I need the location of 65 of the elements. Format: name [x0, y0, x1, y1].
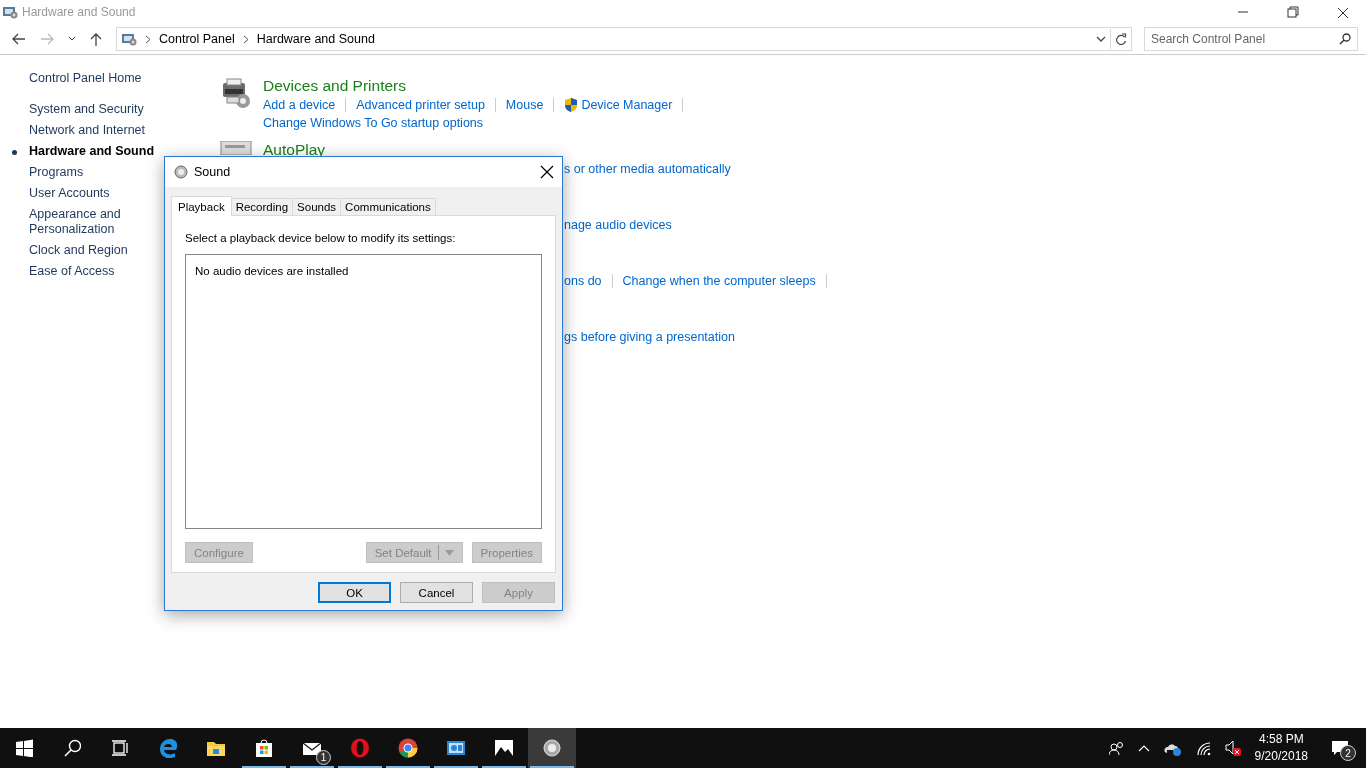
tab[interactable]: Communications — [340, 198, 436, 215]
task-link[interactable]: s or other media automatically — [564, 161, 731, 177]
landscape-icon[interactable] — [494, 738, 514, 758]
task-link[interactable]: Add a device — [263, 97, 336, 113]
control-panel-icon — [121, 31, 137, 47]
tab[interactable]: Playback — [171, 196, 232, 216]
task-link[interactable]: nage audio devices — [564, 217, 672, 233]
close-icon — [540, 165, 554, 179]
category-title[interactable]: Devices and Printers — [263, 77, 1366, 95]
sidebar-item[interactable]: System and Security — [29, 99, 174, 120]
browser-e-icon[interactable] — [158, 738, 178, 758]
sidebar-link[interactable]: Control Panel Home — [29, 71, 219, 85]
search-icon — [1339, 33, 1351, 45]
task-link[interactable]: ons do — [564, 273, 602, 289]
chevron-icon — [242, 34, 249, 44]
task-link[interactable]: gs before giving a presentation — [564, 329, 735, 345]
chevron-up-icon[interactable] — [1137, 743, 1150, 753]
muted-speaker-icon[interactable] — [1224, 740, 1241, 756]
task-link[interactable]: Device Manager — [564, 97, 673, 113]
instruction-text: Select a playback device below to modify its settings: — [185, 232, 457, 244]
task-link[interactable]: Change Windows To Go startup options — [263, 115, 484, 131]
address-bar[interactable]: Control Panel Hardware and Sound — [116, 27, 1132, 51]
chrome-icon[interactable] — [398, 738, 418, 758]
chevron-icon — [145, 34, 151, 44]
dropdown-icon[interactable] — [1096, 35, 1106, 43]
control-panel-icon[interactable] — [446, 738, 466, 758]
speaker-icon — [174, 165, 188, 179]
dialog-button[interactable]: OK — [318, 582, 391, 603]
wifi-icon[interactable] — [1195, 740, 1211, 756]
task-link[interactable]: Advanced printer setup — [356, 97, 485, 113]
up-arrow-icon[interactable] — [89, 32, 103, 46]
back-arrow-icon[interactable] — [11, 32, 27, 46]
empty-message: No audio devices are installed — [195, 265, 350, 277]
dialog-button[interactable]: Cancel — [400, 582, 473, 603]
search-box[interactable]: Search Control Panel — [1144, 27, 1358, 51]
breadcrumb[interactable]: Hardware and Sound — [256, 32, 375, 46]
shield-icon — [564, 97, 579, 113]
tab[interactable]: Recording — [230, 198, 294, 215]
search-icon[interactable] — [63, 739, 81, 757]
windows-logo-icon[interactable] — [15, 739, 33, 757]
count-badge: 1 — [316, 750, 331, 765]
control-panel-icon — [2, 4, 18, 20]
bullet-icon — [12, 150, 17, 155]
close-icon — [1336, 5, 1350, 19]
task-link[interactable]: Change when the computer sleeps — [622, 273, 816, 289]
dropdown-icon — [444, 549, 454, 556]
notification-button[interactable]: 2 — [1322, 728, 1358, 768]
speaker-icon[interactable] — [542, 738, 562, 758]
count-badge: 2 — [1340, 745, 1356, 761]
task-view-icon[interactable] — [111, 739, 129, 757]
category-title[interactable]: AutoPlay — [263, 141, 1366, 159]
sidebar-item[interactable]: Network and Internet — [29, 120, 174, 141]
device-list[interactable]: No audio devices are installed — [185, 254, 542, 529]
opera-o-icon[interactable] — [350, 738, 370, 758]
refresh-icon[interactable] — [1115, 32, 1127, 46]
window-title: Hardware and Sound — [22, 5, 136, 19]
breadcrumb[interactable]: Control Panel — [159, 32, 235, 46]
clock[interactable]: 4:58 PM 9/20/2018 — [1254, 731, 1308, 765]
sidebar-item[interactable]: Hardware and Sound — [29, 141, 174, 162]
dialog-title: Sound — [194, 165, 231, 179]
shopping-bag-icon[interactable] — [254, 738, 274, 758]
restore-icon — [1286, 5, 1300, 19]
people-icon[interactable] — [1108, 740, 1124, 756]
media-drive-icon — [219, 141, 253, 155]
task-link[interactable]: Mouse — [505, 97, 544, 113]
